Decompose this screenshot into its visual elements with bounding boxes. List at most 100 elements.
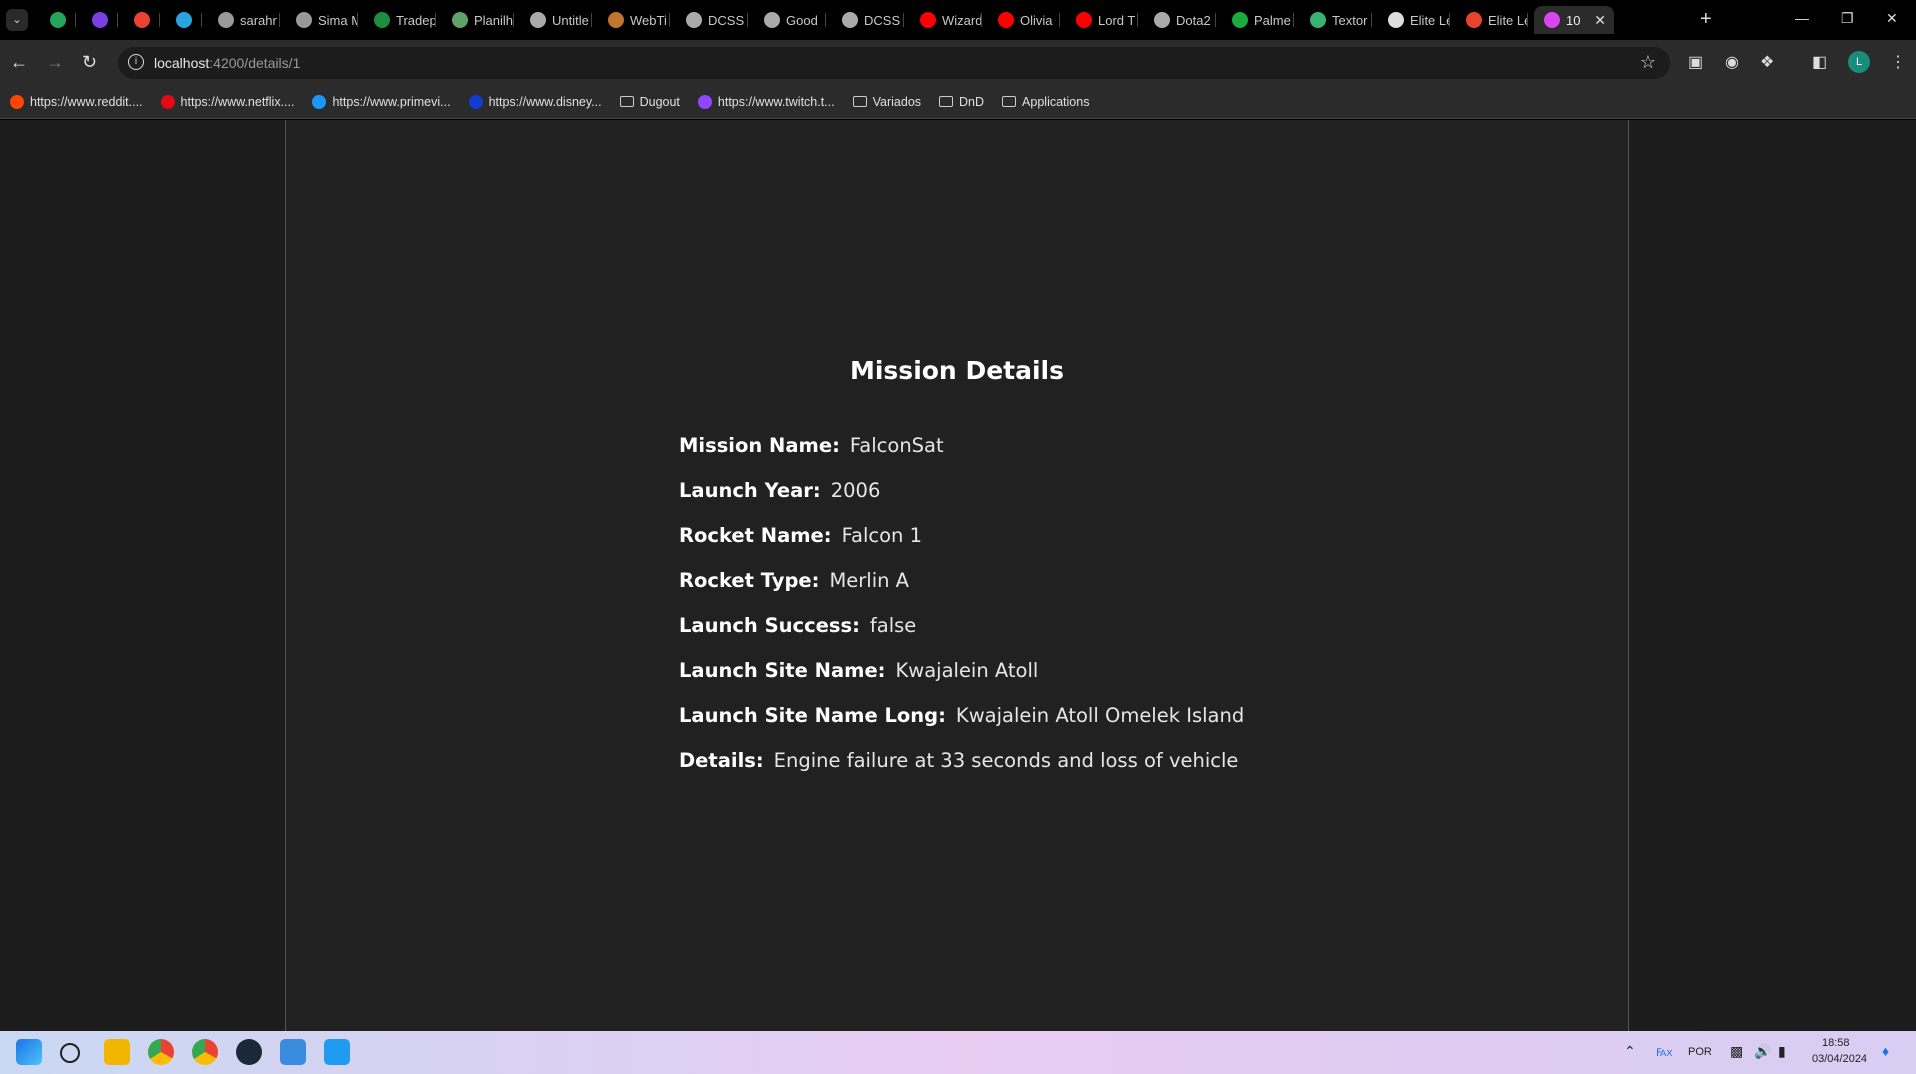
address-bar[interactable]: i localhost:4200/details/1 ☆ — [118, 47, 1670, 79]
tab[interactable]: Textor — [1300, 6, 1372, 34]
network-icon[interactable]: ▩ — [1730, 1043, 1743, 1060]
detail-label: Details: — [679, 749, 764, 772]
detail-row: Launch Site Name Long: Kwajalein Atoll Om… — [679, 704, 1244, 749]
tab[interactable] — [82, 6, 118, 34]
bookmark-label: Applications — [1022, 94, 1090, 109]
bookmark-item[interactable]: https://www.disney... — [468, 94, 602, 109]
tab[interactable]: DCSS — [832, 6, 904, 34]
site-info-icon[interactable]: i — [128, 54, 144, 70]
bookmark-item[interactable]: https://www.primevi... — [312, 94, 451, 109]
tab-separator — [1293, 13, 1294, 27]
tab[interactable]: sarahr — [208, 6, 280, 34]
extension-icon[interactable]: ◉ — [1725, 52, 1739, 72]
battery-icon[interactable]: ▮ — [1778, 1043, 1786, 1060]
tab-label: DCSS — [708, 12, 745, 28]
detail-value: FalconSat — [849, 434, 944, 457]
tab-favicon-icon — [1154, 12, 1170, 28]
restore-icon[interactable]: ❐ — [1841, 10, 1854, 27]
tab[interactable]: Good — [754, 6, 826, 34]
clock-date[interactable]: 03/04/2024 — [1812, 1053, 1867, 1065]
detail-value: Engine failure at 33 seconds and loss of… — [773, 749, 1239, 772]
file-explorer-icon[interactable] — [104, 1039, 130, 1065]
chevron-up-icon[interactable]: ⌃ — [1624, 1043, 1636, 1060]
new-tab-button[interactable]: + — [1700, 8, 1712, 31]
tab[interactable]: Elite Le — [1378, 6, 1450, 34]
tab-active[interactable]: 10 ✕ — [1534, 6, 1614, 34]
search-icon[interactable] — [60, 1043, 80, 1063]
steam-icon[interactable] — [236, 1039, 262, 1065]
bluetooth-icon[interactable]: ℻ — [1656, 1043, 1673, 1060]
tab[interactable]: Palme — [1222, 6, 1294, 34]
detail-row: Launch Site Name: Kwajalein Atoll — [679, 659, 1244, 704]
detail-value: false — [869, 614, 917, 637]
back-button[interactable]: ← — [10, 52, 28, 73]
menu-kebab-icon[interactable]: ⋮ — [1890, 52, 1906, 72]
bookmark-label: https://www.twitch.t... — [717, 94, 835, 109]
tab[interactable]: WebTi — [598, 6, 670, 34]
tab-search-button[interactable]: ⌄ — [6, 9, 28, 31]
folder-icon — [619, 96, 634, 107]
chrome-icon[interactable] — [148, 1039, 174, 1065]
tab-label: Elite Le — [1410, 12, 1450, 28]
disney-icon — [468, 94, 483, 109]
tab[interactable]: Wizard — [910, 6, 982, 34]
prime-icon — [312, 94, 327, 109]
cast-icon[interactable]: ▣ — [1688, 52, 1703, 72]
tab-label: sarahr — [240, 12, 277, 28]
tab-separator — [669, 13, 670, 27]
tab-separator — [1059, 13, 1060, 27]
folder-icon — [1002, 96, 1017, 107]
bookmark-item[interactable]: https://www.netflix.... — [160, 94, 294, 109]
browser-toolbar: ← → ↻ i localhost:4200/details/1 ☆ ▣ ◉ ❖… — [0, 40, 1916, 85]
mission-details-list: Mission Name: FalconSat Launch Year: 2006 Ro… — [679, 434, 1244, 794]
notepad-icon[interactable] — [280, 1039, 306, 1065]
clock-time[interactable]: 18:58 — [1822, 1037, 1850, 1049]
detail-row: Details: Engine failure at 33 seconds and… — [679, 749, 1244, 794]
bookmark-item[interactable]: DnD — [939, 95, 984, 109]
tab-separator — [75, 13, 76, 27]
tab[interactable]: Untitle — [520, 6, 592, 34]
bookmark-item[interactable]: Dugout — [619, 95, 680, 109]
tab[interactable] — [124, 6, 160, 34]
tab[interactable]: Tradep — [364, 6, 436, 34]
bookmark-item[interactable]: Applications — [1002, 95, 1089, 109]
vscode-icon[interactable] — [324, 1039, 350, 1065]
tab[interactable]: DCSS — [676, 6, 748, 34]
volume-icon[interactable]: 🔊 — [1754, 1043, 1771, 1060]
language-indicator[interactable]: POR — [1688, 1046, 1712, 1058]
minimize-icon[interactable]: — — [1795, 10, 1809, 26]
detail-row: Launch Success: false — [679, 614, 1244, 659]
forward-button[interactable]: → — [46, 52, 64, 73]
tab[interactable]: Lord T — [1066, 6, 1138, 34]
detail-value: Kwajalein Atoll — [895, 659, 1039, 682]
detail-label: Mission Name: — [679, 434, 840, 457]
tab[interactable]: Dota2 — [1144, 6, 1216, 34]
profile-avatar[interactable]: L — [1848, 51, 1870, 73]
twitch-icon — [697, 94, 712, 109]
tab-label: WebTi — [630, 12, 667, 28]
tab[interactable]: Sima M — [286, 6, 358, 34]
side-panel-icon[interactable]: ◧ — [1812, 52, 1827, 72]
tab[interactable]: Planilh — [442, 6, 514, 34]
tab[interactable]: Elite Le — [1456, 6, 1528, 34]
bookmark-item[interactable]: https://www.twitch.t... — [697, 94, 835, 109]
bookmark-item[interactable]: https://www.reddit.... — [10, 94, 143, 109]
extensions-puzzle-icon[interactable]: ❖ — [1760, 52, 1774, 72]
reddit-icon — [10, 94, 24, 109]
bookmark-item[interactable]: Variados — [852, 95, 921, 109]
bookmark-star-icon[interactable]: ☆ — [1640, 52, 1656, 73]
tab[interactable] — [166, 6, 202, 34]
notification-bell-icon[interactable]: ♦ — [1882, 1043, 1889, 1059]
tab-label: 10 — [1566, 12, 1581, 28]
chrome-profile-icon[interactable] — [192, 1039, 218, 1065]
tab-separator — [1137, 13, 1138, 27]
windows-start-icon[interactable] — [16, 1039, 42, 1065]
tab-close-icon[interactable]: ✕ — [1594, 12, 1606, 29]
tab[interactable]: Olivia — [988, 6, 1060, 34]
tab-separator — [1527, 13, 1528, 27]
detail-label: Launch Year: — [679, 479, 821, 502]
reload-button[interactable]: ↻ — [82, 52, 97, 73]
url-text[interactable]: localhost:4200/details/1 — [154, 55, 300, 71]
tab[interactable] — [40, 6, 76, 34]
close-window-icon[interactable]: ✕ — [1886, 10, 1898, 27]
